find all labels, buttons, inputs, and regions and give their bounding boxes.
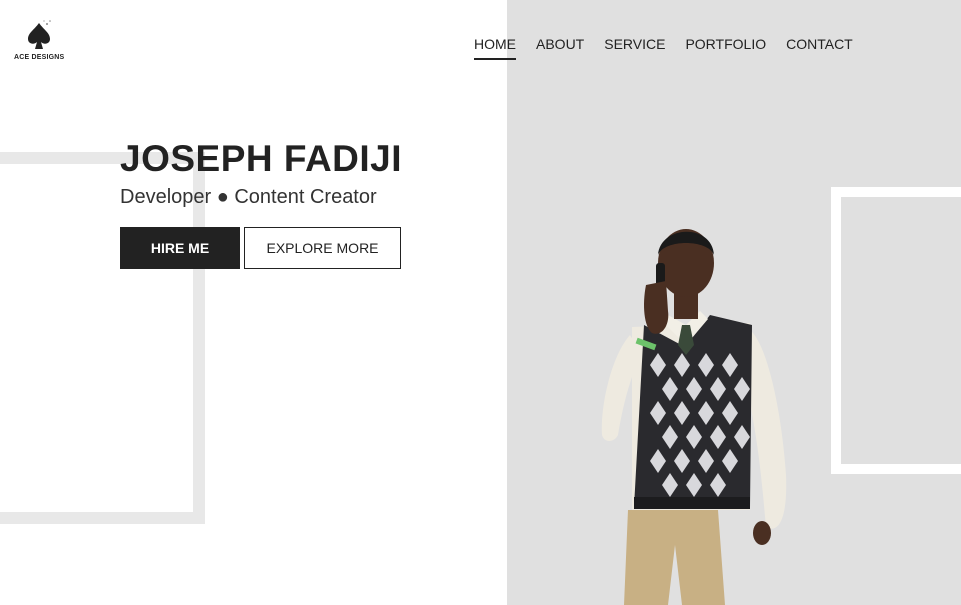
hero-section: JOSEPH FADIJI Developer ● Content Creato… (120, 138, 402, 269)
nav-item-home[interactable]: HOME (474, 36, 516, 60)
hire-me-button[interactable]: HIRE ME (120, 227, 240, 269)
nav-item-service[interactable]: SERVICE (604, 36, 665, 60)
hero-name: JOSEPH FADIJI (120, 138, 403, 179)
brand-name: ACE DESIGNS (14, 54, 65, 61)
brand-logo[interactable]: ACE DESIGNS (14, 18, 64, 61)
nav-item-portfolio[interactable]: PORTFOLIO (685, 36, 766, 60)
explore-more-button[interactable]: EXPLORE MORE (244, 227, 401, 269)
decorative-frame-right-fill (843, 199, 961, 462)
nav-item-contact[interactable]: CONTACT (786, 36, 853, 60)
profile-photo (601, 229, 787, 605)
hero-buttons: HIRE ME EXPLORE MORE (120, 227, 402, 269)
main-nav: HOME ABOUT SERVICE PORTFOLIO CONTACT (474, 36, 873, 60)
nav-item-about[interactable]: ABOUT (536, 36, 584, 60)
landing-page: ACE DESIGNS HOME ABOUT SERVICE PORTFOLIO… (0, 0, 961, 605)
spade-icon (28, 20, 51, 49)
hero-role: Developer ● Content Creator (120, 186, 377, 208)
